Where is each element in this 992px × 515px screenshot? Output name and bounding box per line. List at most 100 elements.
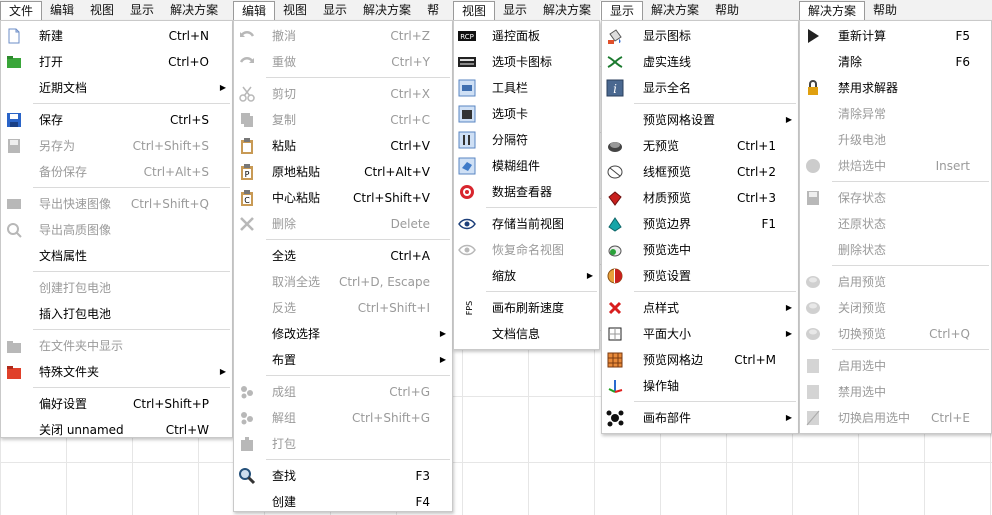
menu-item-label: 启用选中 [838, 359, 887, 373]
menu-item-shortcut: F3 [415, 469, 430, 483]
menu-item[interactable]: 选项卡 [454, 101, 599, 127]
menu-item[interactable]: 打开 Ctrl+O [1, 49, 232, 75]
menu-item[interactable]: 模糊组件 [454, 153, 599, 179]
menu-item[interactable]: 预览网格设置 ▶ [602, 107, 798, 133]
menubar-tab-0[interactable]: 编辑 [233, 1, 276, 20]
menu-item-label: 打包 [272, 437, 297, 451]
menu-item[interactable]: 工具栏 [454, 75, 599, 101]
menu-item: 反选 Ctrl+Shift+I [234, 295, 452, 321]
menu-item[interactable]: 粘贴 Ctrl+V [234, 133, 452, 159]
menu-item-shortcut: Ctrl+Q [929, 327, 970, 341]
menu-separator [634, 291, 796, 292]
menu-item-shortcut: Ctrl+O [168, 55, 209, 69]
menu-item[interactable]: 无预览 Ctrl+1 [602, 133, 798, 159]
menu-item[interactable]: 选项卡图标 [454, 49, 599, 75]
point-style-icon [606, 299, 624, 317]
menu-item[interactable]: C 中心粘贴 Ctrl+Shift+V [234, 185, 452, 211]
menu-item[interactable]: 清除 F6 [800, 49, 991, 75]
menubar-tab-1[interactable]: 解决方案 [643, 1, 707, 20]
menubar-tab-2[interactable]: 帮助 [707, 1, 747, 20]
menu-item[interactable]: FPS 画布刷新速度 [454, 295, 599, 321]
menu-item[interactable]: RCP 遥控面板 [454, 23, 599, 49]
tab-icons-icon [458, 53, 476, 71]
menubar-tab-0[interactable]: 显示 [601, 1, 644, 20]
menu-item-shortcut: Ctrl+Y [391, 55, 430, 69]
menu-item[interactable]: 存储当前视图 [454, 211, 599, 237]
menu-item-shortcut: Ctrl+V [390, 139, 430, 153]
file-menubar: 文件 编辑 视图 显示 解决方案 [0, 0, 233, 21]
menu-item[interactable]: 数据查看器 [454, 179, 599, 205]
menu-item-label: 全选 [272, 249, 297, 263]
submenu-arrow-icon: ▶ [785, 329, 792, 338]
menu-item-shortcut: Ctrl+N [168, 29, 209, 43]
menubar-tab-4[interactable]: 解决方案 [162, 1, 226, 20]
menu-item[interactable]: 预览选中 [602, 237, 798, 263]
menu-item[interactable]: 文档信息 [454, 321, 599, 347]
menubar-tab-2[interactable]: 显示 [315, 1, 355, 20]
menu-item-label: 插入打包电池 [39, 307, 112, 321]
menu-item[interactable]: 预览设置 [602, 263, 798, 289]
menu-item[interactable]: 缩放 ▶ [454, 263, 599, 289]
menu-item-label: 创建打包电池 [39, 281, 112, 295]
menubar-tab-0[interactable]: 解决方案 [799, 1, 866, 20]
menu-item[interactable]: 特殊文件夹 ▶ [1, 359, 232, 385]
mesh-edges-icon [606, 351, 624, 369]
menubar-tab-3[interactable]: 解决方案 [355, 1, 419, 20]
menu-item[interactable]: 预览边界 F1 [602, 211, 798, 237]
menu-item[interactable]: 新建 Ctrl+N [1, 23, 232, 49]
menubar-tab-1[interactable]: 帮助 [865, 1, 905, 20]
menu-item[interactable]: 布置 ▶ [234, 347, 452, 373]
wire-display-icon [606, 53, 624, 71]
menu-item[interactable]: 创建 F4 [234, 489, 452, 515]
menu-item[interactable]: 关闭 unnamed Ctrl+W [1, 417, 232, 443]
menu-item-shortcut: Ctrl+S [169, 113, 209, 127]
menu-item[interactable]: i 显示全名 [602, 75, 798, 101]
menu-separator [832, 181, 989, 182]
menu-item-label: 显示全名 [643, 81, 692, 95]
shaded-preview-icon [606, 189, 624, 207]
menu-item[interactable]: 虚实连线 [602, 49, 798, 75]
menu-item-shortcut: Ctrl+Shift+V [353, 191, 430, 205]
menu-item[interactable]: 全选 Ctrl+A [234, 243, 452, 269]
menu-item[interactable]: 画布部件 ▶ [602, 405, 798, 431]
menubar-tab-0[interactable]: 文件 [0, 1, 43, 20]
open-folder-icon [5, 53, 23, 71]
menu-item[interactable]: 查找 F3 [234, 463, 452, 489]
menu-item[interactable]: 文档属性 [1, 243, 232, 269]
menu-item-label: 保存 [39, 113, 64, 127]
menubar-tab-1[interactable]: 视图 [275, 1, 315, 20]
menu-item[interactable]: 显示图标 [602, 23, 798, 49]
menubar-tab-4[interactable]: 帮 [419, 1, 447, 20]
menu-item[interactable]: 分隔符 [454, 127, 599, 153]
menubar-tab-3[interactable]: 显示 [122, 1, 162, 20]
menu-item[interactable]: 材质预览 Ctrl+3 [602, 185, 798, 211]
enable-preview-icon [804, 273, 822, 291]
menu-item: 关闭预览 [800, 295, 991, 321]
menu-item[interactable]: 线框预览 Ctrl+2 [602, 159, 798, 185]
menu-item-label: 备份保存 [39, 165, 88, 179]
menu-item-shortcut: Ctrl+Alt+S [143, 165, 209, 179]
menu-item-label: 清除 [838, 55, 863, 69]
export-hq-image-icon [5, 221, 23, 239]
menu-item[interactable]: 插入打包电池 [1, 301, 232, 327]
menubar-tab-1[interactable]: 显示 [495, 1, 535, 20]
menu-item[interactable]: 修改选择 ▶ [234, 321, 452, 347]
menu-item[interactable]: 平面大小 ▶ [602, 321, 798, 347]
menu-item[interactable]: 禁用求解器 [800, 75, 991, 101]
menu-item-shortcut: Ctrl+3 [736, 191, 776, 205]
menu-item[interactable]: 偏好设置 Ctrl+Shift+P [1, 391, 232, 417]
menu-item[interactable]: 重新计算 F5 [800, 23, 991, 49]
menu-item[interactable]: 点样式 ▶ [602, 295, 798, 321]
menubar-tab-1[interactable]: 编辑 [42, 1, 82, 20]
menu-item-label: 烘焙选中 [838, 159, 887, 173]
menubar-tab-0[interactable]: 视图 [453, 1, 496, 20]
menu-item[interactable]: 预览网格边 Ctrl+M [602, 347, 798, 373]
menu-item[interactable]: 近期文档 ▶ [1, 75, 232, 101]
menubar-tab-2[interactable]: 视图 [82, 1, 122, 20]
menu-item[interactable]: 操作轴 [602, 373, 798, 399]
menu-item[interactable]: 保存 Ctrl+S [1, 107, 232, 133]
menu-item[interactable]: P 原地粘贴 Ctrl+Alt+V [234, 159, 452, 185]
menubar-tab-2[interactable]: 解决方案 [535, 1, 599, 20]
solution-menubar: 解决方案 帮助 [799, 0, 992, 21]
menu-separator [266, 375, 450, 376]
